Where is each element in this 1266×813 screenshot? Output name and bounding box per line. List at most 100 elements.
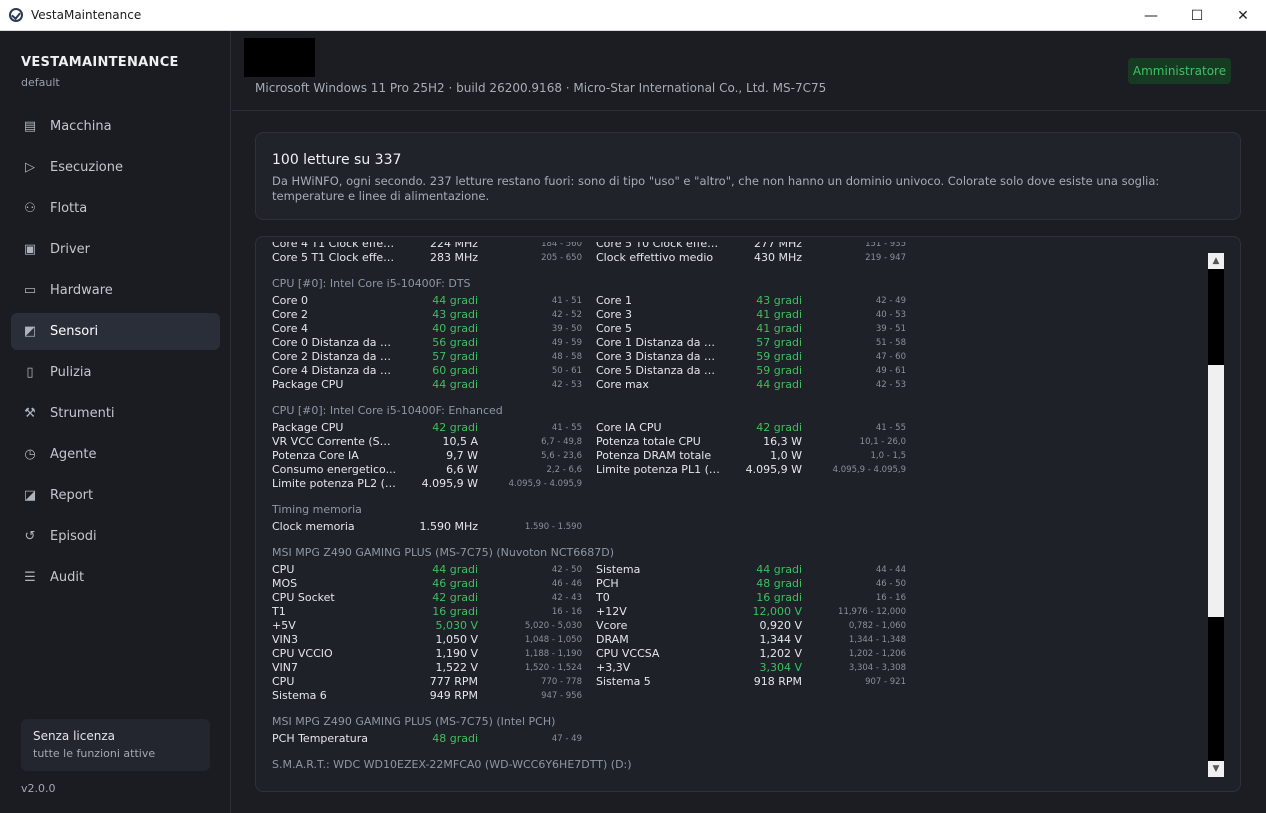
- sensor-grid: Core 4 T1 Clock effetti... 224 MHz 184 - 5…: [272, 242, 920, 251]
- sidebar-item-label: Macchina: [50, 119, 112, 134]
- sensor-value: 43 gradi: [756, 294, 802, 307]
- sidebar-item-label: Hardware: [50, 283, 113, 298]
- sensor-name: Core 5 Distanza da Tj...: [596, 364, 721, 377]
- sensor-value: 918 RPM: [753, 675, 802, 688]
- sensor-range: 16 - 16: [551, 607, 582, 617]
- sensor-value: 46 gradi: [432, 577, 478, 590]
- sensor-range: 1,188 - 1,190: [524, 649, 582, 659]
- sidebar: VESTAMAINTENANCE default ▤ Macchina ▷ Esecu…: [0, 31, 231, 813]
- sensor-value: 57 gradi: [756, 336, 802, 349]
- sidebar-item-report[interactable]: ◪ Report: [11, 477, 220, 514]
- sidebar-item-episodi[interactable]: ↺ Episodi: [11, 518, 220, 555]
- scroll-up-arrow-icon[interactable]: ▲: [1208, 253, 1224, 269]
- sensor-name: CPU Socket: [272, 591, 335, 604]
- scroll-thumb[interactable]: [1208, 365, 1224, 617]
- sensor-value: 277 MHz: [753, 242, 802, 250]
- sensor-row: Vcore 0,920 V 0,782 - 1,060: [596, 619, 920, 633]
- sensor-row: Core IA CPU 42 gradi 41 - 55: [596, 421, 920, 435]
- sensor-range: 3,304 - 3,308: [848, 663, 906, 673]
- history-icon: ↺: [24, 529, 36, 544]
- sensor-grid: Package CPU 42 gradi 41 - 55 Core IA CPU 42 …: [272, 421, 1172, 491]
- sidebar-item-label: Flotta: [50, 201, 88, 216]
- sensor-row: DRAM 1,344 V 1,344 - 1,348: [596, 633, 920, 647]
- sensor-name: CPU VCCIO: [272, 647, 333, 660]
- sensor-value: 4.095,9 W: [745, 463, 802, 476]
- sensor-group-title: S.M.A.R.T.: WDC WD10EZEX-22MFCA0 (WD-WCC…: [272, 758, 632, 771]
- window-title: VestaMaintenance: [31, 8, 142, 22]
- sidebar-item-esecuzione[interactable]: ▷ Esecuzione: [11, 149, 220, 186]
- sensor-name: Clock memoria: [272, 520, 355, 533]
- scroll-down-arrow-icon[interactable]: ▼: [1208, 761, 1224, 777]
- profile-name: default: [21, 76, 60, 89]
- sensor-row: Clock memoria 1.590 MHz 1.590 - 1.590: [272, 520, 596, 534]
- redacted-machine-name: [244, 38, 315, 77]
- sensor-row: Potenza DRAM totale 1,0 W 1,0 - 1,5: [596, 449, 920, 463]
- sensor-name: Limite potenza PL2 (st...: [272, 477, 397, 490]
- sidebar-item-sensori[interactable]: ◩ Sensori: [11, 313, 220, 350]
- sensors-scroll-area[interactable]: Core 4 T1 Clock effetti... 224 MHz 184 - 5…: [272, 237, 1172, 791]
- sensor-name: Core 4 Distanza da Tj...: [272, 364, 397, 377]
- sensor-name: +5V: [272, 619, 296, 632]
- sidebar-item-pulizia[interactable]: ▯ Pulizia: [11, 354, 220, 391]
- sensor-row: CPU Socket 42 gradi 42 - 43: [272, 591, 596, 605]
- sensor-range: 1,0 - 1,5: [870, 451, 906, 461]
- sensor-range: 1,344 - 1,348: [848, 635, 906, 645]
- sidebar-item-strumenti[interactable]: ⚒ Strumenti: [11, 395, 220, 432]
- sensor-name: Sistema: [596, 563, 641, 576]
- admin-badge: Amministratore: [1128, 58, 1231, 84]
- sidebar-item-flotta[interactable]: ⚇ Flotta: [11, 190, 220, 227]
- sensor-value: 43 gradi: [432, 308, 478, 321]
- sidebar-item-label: Esecuzione: [50, 160, 123, 175]
- sensor-value: 1,344 V: [759, 633, 802, 646]
- sensor-range: 42 - 43: [551, 593, 582, 603]
- sensor-range: 4.095,9 - 4.095,9: [832, 465, 906, 475]
- sensor-range: 0,782 - 1,060: [848, 621, 906, 631]
- sidebar-item-audit[interactable]: ☰ Audit: [11, 559, 220, 596]
- sensor-value: 1.590 MHz: [419, 520, 478, 533]
- sensor-row: Core 0 Distanza da Tj... 56 gradi 49 - 59: [272, 336, 596, 350]
- sensor-name: Core IA CPU: [596, 421, 662, 434]
- sensor-range: 5,020 - 5,030: [524, 621, 582, 631]
- sensor-row: PCH Temperatura 48 gradi 47 - 49: [272, 732, 596, 746]
- sensor-name: Potenza Core IA: [272, 449, 359, 462]
- sensor-row: Core 4 T1 Clock effetti... 224 MHz 184 - 5…: [272, 242, 596, 251]
- sensor-name: T0: [596, 591, 610, 604]
- sidebar-item-hardware[interactable]: ▭ Hardware: [11, 272, 220, 309]
- sensor-row: Limite potenza PL2 (st... 4.095,9 W 4.095,…: [272, 477, 596, 491]
- sensor-range: 50 - 61: [551, 366, 582, 376]
- brand-name: VESTAMAINTENANCE: [21, 55, 179, 70]
- sensor-range: 42 - 52: [551, 310, 582, 320]
- sensor-name: MOS: [272, 577, 298, 590]
- sensor-row: Limite potenza PL1 (st... 4.095,9 W 4.095,…: [596, 463, 920, 477]
- sensor-value: 430 MHz: [753, 251, 802, 264]
- sensor-group-title: Timing memoria: [272, 503, 362, 516]
- sensor-row: Potenza Core IA 9,7 W 5,6 - 23,6: [272, 449, 596, 463]
- sensor-name: Core 5: [596, 322, 632, 335]
- sensor-name: T1: [272, 605, 286, 618]
- sensor-row: +12V 12,000 V 11,976 - 12,000: [596, 605, 920, 619]
- sensor-row: CPU VCCIO 1,190 V 1,188 - 1,190: [272, 647, 596, 661]
- sensors-panel[interactable]: Core 4 T1 Clock effetti... 224 MHz 184 - 5…: [255, 236, 1241, 792]
- sensor-name: Core 4 T1 Clock effetti...: [272, 242, 397, 250]
- sensor-range: 947 - 956: [541, 691, 582, 701]
- sidebar-item-macchina[interactable]: ▤ Macchina: [11, 108, 220, 145]
- sensor-group-title: MSI MPG Z490 GAMING PLUS (MS-7C75) (Inte…: [272, 715, 556, 728]
- sensor-value: 949 RPM: [429, 689, 478, 702]
- sidebar-item-agente[interactable]: ◷ Agente: [11, 436, 220, 473]
- minimize-button[interactable]: —: [1128, 0, 1174, 31]
- sensors-scrollbar[interactable]: ▲ ▼: [1208, 253, 1224, 777]
- app-shield-icon: [9, 8, 23, 22]
- close-button[interactable]: ✕: [1220, 0, 1266, 31]
- sensor-range: 770 - 778: [541, 677, 582, 687]
- sensor-range: 42 - 53: [551, 380, 582, 390]
- sensor-row: Clock effettivo medio 430 MHz 219 - 947: [596, 251, 920, 265]
- sensor-name: CPU: [272, 675, 295, 688]
- maximize-button[interactable]: ☐: [1174, 0, 1220, 31]
- sidebar-item-driver[interactable]: ▣ Driver: [11, 231, 220, 268]
- sensor-name: VR VCC Corrente (SVI...: [272, 435, 397, 448]
- sensor-name: Clock effettivo medio: [596, 251, 714, 264]
- license-box: Senza licenza tutte le funzioni attive: [21, 719, 210, 771]
- app-version: v2.0.0: [21, 782, 56, 795]
- sensor-range: 42 - 49: [875, 296, 906, 306]
- sensor-range: 1.590 - 1.590: [524, 522, 582, 532]
